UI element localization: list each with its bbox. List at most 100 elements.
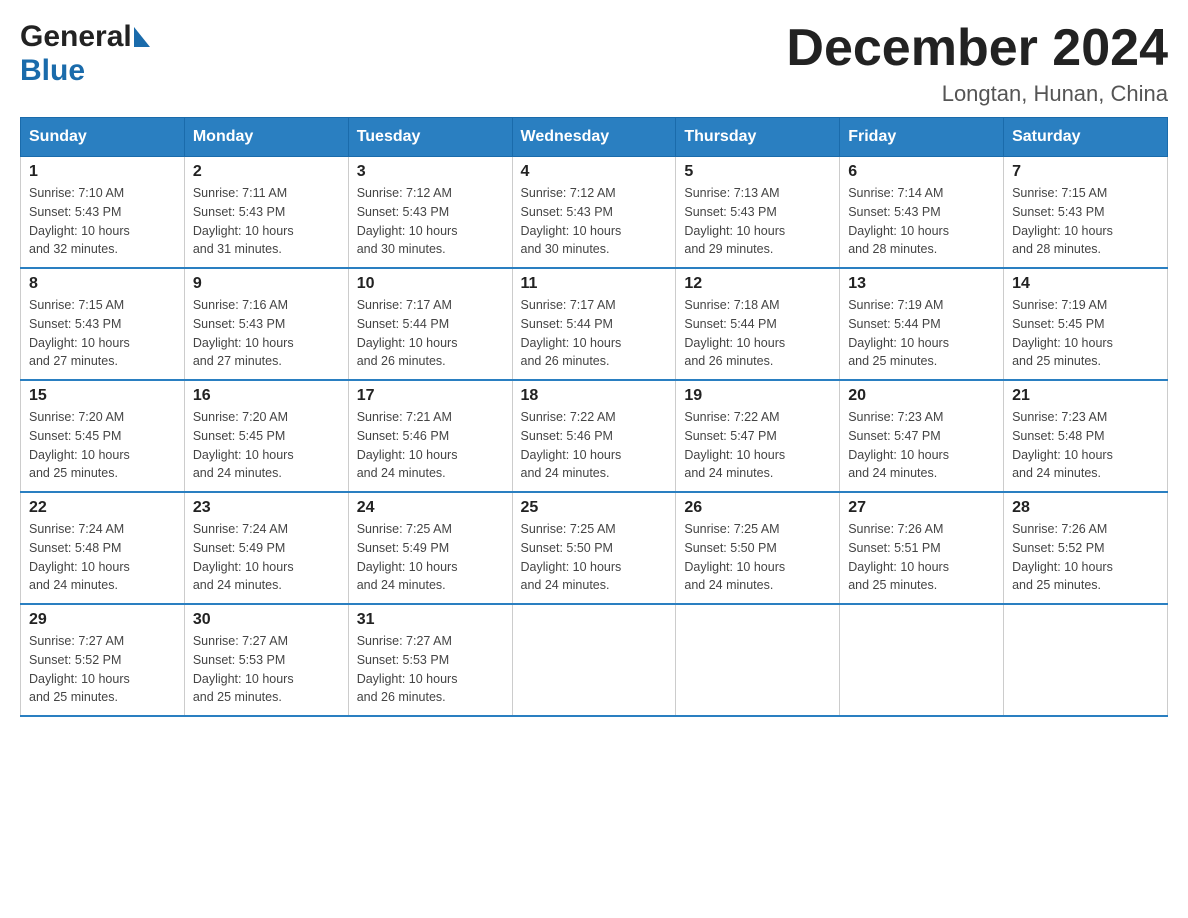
day-cell	[676, 604, 840, 716]
day-info: Sunrise: 7:24 AMSunset: 5:48 PMDaylight:…	[29, 520, 176, 595]
day-info: Sunrise: 7:17 AMSunset: 5:44 PMDaylight:…	[521, 296, 668, 371]
day-cell: 19Sunrise: 7:22 AMSunset: 5:47 PMDayligh…	[676, 380, 840, 492]
day-cell: 5 Sunrise: 7:13 AMSunset: 5:43 PMDaylight…	[676, 157, 840, 269]
day-info: Sunrise: 7:26 AMSunset: 5:51 PMDaylight:…	[848, 520, 995, 595]
day-cell: 16 Sunrise: 7:20 AMSunset: 5:45 PMDayligh…	[184, 380, 348, 492]
day-cell: 20Sunrise: 7:23 AMSunset: 5:47 PMDayligh…	[840, 380, 1004, 492]
day-number: 10	[357, 275, 504, 293]
day-number: 31	[357, 611, 504, 629]
header-friday: Friday	[840, 118, 1004, 157]
day-info: Sunrise: 7:13 AMSunset: 5:43 PMDaylight:…	[684, 184, 831, 259]
day-number: 25	[521, 499, 668, 517]
day-number: 15	[29, 387, 176, 405]
day-cell: 14 Sunrise: 7:19 AMSunset: 5:45 PMDayligh…	[1004, 268, 1168, 380]
day-number: 30	[193, 611, 340, 629]
day-cell: 7Sunrise: 7:15 AMSunset: 5:43 PMDaylight…	[1004, 157, 1168, 269]
day-number: 18	[521, 387, 668, 405]
day-number: 9	[193, 275, 340, 293]
day-cell: 24 Sunrise: 7:25 AMSunset: 5:49 PMDayligh…	[348, 492, 512, 604]
week-row-1: 1 Sunrise: 7:10 AMSunset: 5:43 PMDaylight…	[21, 157, 1168, 269]
day-cell: 11Sunrise: 7:17 AMSunset: 5:44 PMDayligh…	[512, 268, 676, 380]
day-info: Sunrise: 7:25 AMSunset: 5:50 PMDaylight:…	[684, 520, 831, 595]
day-cell: 31 Sunrise: 7:27 AMSunset: 5:53 PMDayligh…	[348, 604, 512, 716]
day-info: Sunrise: 7:10 AMSunset: 5:43 PMDaylight:…	[29, 184, 176, 259]
day-info: Sunrise: 7:18 AMSunset: 5:44 PMDaylight:…	[684, 296, 831, 371]
day-number: 23	[193, 499, 340, 517]
day-cell: 30 Sunrise: 7:27 AMSunset: 5:53 PMDayligh…	[184, 604, 348, 716]
day-number: 27	[848, 499, 995, 517]
header-monday: Monday	[184, 118, 348, 157]
day-number: 13	[848, 275, 995, 293]
day-cell: 13 Sunrise: 7:19 AMSunset: 5:44 PMDayligh…	[840, 268, 1004, 380]
day-number: 21	[1012, 387, 1159, 405]
day-number: 22	[29, 499, 176, 517]
day-number: 16	[193, 387, 340, 405]
day-info: Sunrise: 7:24 AMSunset: 5:49 PMDaylight:…	[193, 520, 340, 595]
day-cell: 8 Sunrise: 7:15 AMSunset: 5:43 PMDaylight…	[21, 268, 185, 380]
day-info: Sunrise: 7:22 AMSunset: 5:46 PMDaylight:…	[521, 408, 668, 483]
day-number: 8	[29, 275, 176, 293]
day-info: Sunrise: 7:15 AMSunset: 5:43 PMDaylight:…	[29, 296, 176, 371]
day-number: 24	[357, 499, 504, 517]
location: Longtan, Hunan, China	[786, 81, 1168, 107]
day-info: Sunrise: 7:17 AMSunset: 5:44 PMDaylight:…	[357, 296, 504, 371]
day-info: Sunrise: 7:27 AMSunset: 5:52 PMDaylight:…	[29, 632, 176, 707]
header-sunday: Sunday	[21, 118, 185, 157]
day-number: 17	[357, 387, 504, 405]
page-header: General Blue December 2024 Longtan, Huna…	[20, 20, 1168, 107]
day-cell	[840, 604, 1004, 716]
header-row: SundayMondayTuesdayWednesdayThursdayFrid…	[21, 118, 1168, 157]
day-number: 2	[193, 163, 340, 181]
day-info: Sunrise: 7:26 AMSunset: 5:52 PMDaylight:…	[1012, 520, 1159, 595]
day-info: Sunrise: 7:27 AMSunset: 5:53 PMDaylight:…	[357, 632, 504, 707]
day-cell: 2 Sunrise: 7:11 AMSunset: 5:43 PMDaylight…	[184, 157, 348, 269]
logo-blue-text: Blue	[20, 54, 85, 87]
day-info: Sunrise: 7:19 AMSunset: 5:44 PMDaylight:…	[848, 296, 995, 371]
day-cell: 15 Sunrise: 7:20 AMSunset: 5:45 PMDayligh…	[21, 380, 185, 492]
day-number: 7	[1012, 163, 1159, 181]
day-number: 29	[29, 611, 176, 629]
day-cell: 25 Sunrise: 7:25 AMSunset: 5:50 PMDayligh…	[512, 492, 676, 604]
header-wednesday: Wednesday	[512, 118, 676, 157]
day-cell: 4 Sunrise: 7:12 AMSunset: 5:43 PMDaylight…	[512, 157, 676, 269]
day-cell: 17 Sunrise: 7:21 AMSunset: 5:46 PMDayligh…	[348, 380, 512, 492]
day-cell	[512, 604, 676, 716]
day-number: 5	[684, 163, 831, 181]
day-cell: 3Sunrise: 7:12 AMSunset: 5:43 PMDaylight…	[348, 157, 512, 269]
day-number: 1	[29, 163, 176, 181]
day-number: 14	[1012, 275, 1159, 293]
day-cell: 10 Sunrise: 7:17 AMSunset: 5:44 PMDayligh…	[348, 268, 512, 380]
day-number: 12	[684, 275, 831, 293]
day-info: Sunrise: 7:25 AMSunset: 5:49 PMDaylight:…	[357, 520, 504, 595]
day-info: Sunrise: 7:14 AMSunset: 5:43 PMDaylight:…	[848, 184, 995, 259]
week-row-2: 8 Sunrise: 7:15 AMSunset: 5:43 PMDaylight…	[21, 268, 1168, 380]
day-cell	[1004, 604, 1168, 716]
header-tuesday: Tuesday	[348, 118, 512, 157]
week-row-4: 22 Sunrise: 7:24 AMSunset: 5:48 PMDayligh…	[21, 492, 1168, 604]
day-number: 26	[684, 499, 831, 517]
month-title: December 2024	[786, 20, 1168, 77]
day-info: Sunrise: 7:27 AMSunset: 5:53 PMDaylight:…	[193, 632, 340, 707]
day-info: Sunrise: 7:11 AMSunset: 5:43 PMDaylight:…	[193, 184, 340, 259]
day-info: Sunrise: 7:20 AMSunset: 5:45 PMDaylight:…	[193, 408, 340, 483]
day-info: Sunrise: 7:19 AMSunset: 5:45 PMDaylight:…	[1012, 296, 1159, 371]
day-info: Sunrise: 7:23 AMSunset: 5:47 PMDaylight:…	[848, 408, 995, 483]
day-info: Sunrise: 7:22 AMSunset: 5:47 PMDaylight:…	[684, 408, 831, 483]
day-info: Sunrise: 7:12 AMSunset: 5:43 PMDaylight:…	[357, 184, 504, 259]
day-cell: 9Sunrise: 7:16 AMSunset: 5:43 PMDaylight…	[184, 268, 348, 380]
day-cell: 12 Sunrise: 7:18 AMSunset: 5:44 PMDayligh…	[676, 268, 840, 380]
day-info: Sunrise: 7:21 AMSunset: 5:46 PMDaylight:…	[357, 408, 504, 483]
week-row-5: 29 Sunrise: 7:27 AMSunset: 5:52 PMDayligh…	[21, 604, 1168, 716]
day-number: 28	[1012, 499, 1159, 517]
day-info: Sunrise: 7:20 AMSunset: 5:45 PMDaylight:…	[29, 408, 176, 483]
day-info: Sunrise: 7:25 AMSunset: 5:50 PMDaylight:…	[521, 520, 668, 595]
day-cell: 18 Sunrise: 7:22 AMSunset: 5:46 PMDayligh…	[512, 380, 676, 492]
day-cell: 26 Sunrise: 7:25 AMSunset: 5:50 PMDayligh…	[676, 492, 840, 604]
day-number: 4	[521, 163, 668, 181]
day-cell: 1 Sunrise: 7:10 AMSunset: 5:43 PMDaylight…	[21, 157, 185, 269]
day-info: Sunrise: 7:12 AMSunset: 5:43 PMDaylight:…	[521, 184, 668, 259]
calendar-table: SundayMondayTuesdayWednesdayThursdayFrid…	[20, 117, 1168, 717]
logo-general-text: General	[20, 20, 132, 54]
day-number: 6	[848, 163, 995, 181]
day-info: Sunrise: 7:23 AMSunset: 5:48 PMDaylight:…	[1012, 408, 1159, 483]
